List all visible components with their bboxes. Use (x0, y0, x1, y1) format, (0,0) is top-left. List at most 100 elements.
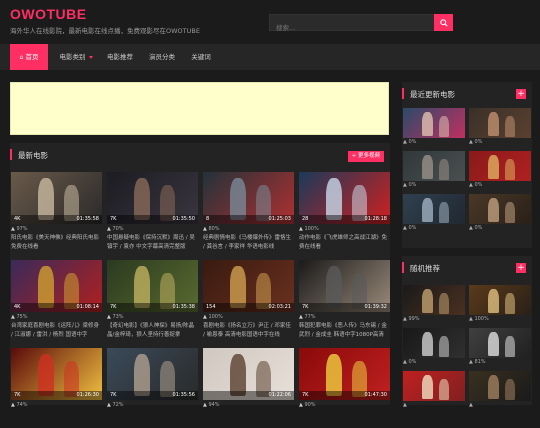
video-duration: 01:47:30 (364, 392, 387, 398)
movie-card[interactable]: 7K 01:39:32 ▲ 77% 韩国犯罪电影《恶人传》马东锡 / 金武烈 / 金成… (299, 260, 390, 340)
recent-more-button[interactable]: + (516, 89, 526, 99)
movie-title[interactable]: 喜剧电影《扬名立万》尹正 / 邓家佳 / 喻恩泰 高清电影国语中字在线 (203, 322, 294, 340)
side-movie-card[interactable]: ▲ 99% (403, 285, 465, 323)
rating: ▲ 0% (403, 181, 465, 189)
movie-title[interactable]: 阳氏电影《美天神佛》经典阳氏电影免费在线看 (11, 234, 102, 252)
rating: ▲ 100% (299, 225, 390, 234)
thumbnail[interactable]: 7K 01:26:30 (11, 348, 102, 400)
thumbs-up-icon: ▲ (403, 402, 407, 408)
view-count: 154 (206, 304, 216, 310)
thumbnail[interactable] (469, 371, 531, 401)
movie-card[interactable]: 01:22:06 ▲ 94% (203, 348, 294, 428)
video-duration: 01:28:18 (364, 216, 387, 222)
movie-card[interactable]: 7K 01:47:30 ▲ 90% (299, 348, 390, 428)
video-duration: 01:22:06 (268, 392, 291, 398)
thumbnail[interactable]: 154 02:03:21 (203, 260, 294, 312)
thumbnail[interactable]: 28 01:28:18 (299, 172, 390, 224)
thumbnail[interactable]: 7K 01:47:30 (299, 348, 390, 400)
side-movie-card[interactable]: ▲ (469, 371, 531, 409)
thumbnail[interactable]: 4K 01:35:58 (11, 172, 102, 224)
thumbnail[interactable] (469, 285, 531, 315)
rating: ▲ 74% (11, 401, 102, 410)
thumbnail-figure (422, 198, 433, 222)
side-movie-card[interactable]: ▲ 81% (469, 328, 531, 366)
thumbnail[interactable] (403, 371, 465, 401)
thumbnail[interactable] (403, 108, 465, 138)
movie-title[interactable]: 韩国犯罪电影《恶人传》马东锡 / 金武烈 / 金成圭 韩语中字1080P高清 (299, 322, 390, 340)
side-movie-card[interactable]: ▲ 0% (403, 328, 465, 366)
thumbnail[interactable] (403, 194, 465, 224)
movie-title[interactable]: 动作电影《飞虎雄师之高战江湖》免费在线看 (299, 234, 390, 252)
nav-categories[interactable]: 电影类别 (52, 44, 100, 70)
rating: ▲ 97% (11, 225, 102, 234)
movie-card[interactable]: 154 02:03:21 ▲ 100% 喜剧电影《扬名立万》尹正 / 邓家佳 / 喻恩… (203, 260, 294, 340)
chevron-down-icon (88, 55, 93, 59)
movie-title[interactable]: 中国悬疑电影《保持沉默》周迅 / 吴镇宇 / 袁亦 中文字幕高清完整版 (107, 234, 198, 252)
rating: ▲ (469, 401, 531, 409)
side-movie-card[interactable]: ▲ 100% (469, 285, 531, 323)
thumbnail[interactable] (469, 194, 531, 224)
movie-card[interactable]: 4K 01:08:14 ▲ 75% 台湾家庭喜剧电影《运阵儿》梁修身 / 江淑娜 / … (11, 260, 102, 340)
movie-title[interactable]: 台湾家庭喜剧电影《运阵儿》梁修身 / 江淑娜 / 雷洪 / 杨烈 国语中字 (11, 322, 102, 340)
thumbnail[interactable]: 01:22:06 (203, 348, 294, 400)
nav-recommended[interactable]: 电影推荐 (102, 44, 138, 70)
rating: ▲ 73% (107, 313, 198, 322)
movie-card[interactable]: 28 01:28:18 ▲ 100% 动作电影《飞虎雄师之高战江湖》免费在线看 (299, 172, 390, 252)
video-meta: 01:22:06 (203, 391, 294, 400)
nav-home[interactable]: ⌂ 首页 (10, 44, 48, 70)
nav-keywords[interactable]: 关键词 (186, 44, 216, 70)
nav-actors[interactable]: 演员分类 (144, 44, 180, 70)
movie-card[interactable]: 7K 01:26:30 ▲ 74% (11, 348, 102, 428)
rating-value: 75% (16, 314, 28, 320)
movie-title[interactable] (11, 410, 102, 428)
movie-title[interactable] (203, 410, 294, 428)
thumbnail[interactable]: 7K 01:35:50 (107, 172, 198, 224)
search-button[interactable] (434, 14, 453, 31)
rating-value: 97% (16, 226, 28, 232)
side-movie-card[interactable]: ▲ 0% (469, 151, 531, 189)
thumbnail[interactable] (469, 151, 531, 181)
rating: ▲ 99% (403, 315, 465, 323)
thumbnail[interactable]: 7K 01:35:38 (107, 260, 198, 312)
side-movie-card[interactable]: ▲ 0% (403, 108, 465, 146)
more-videos-button[interactable]: + 更多视频 (347, 151, 384, 162)
rating-value: 0% (408, 182, 417, 188)
thumbnail[interactable] (403, 151, 465, 181)
movie-card[interactable]: 7K 01:35:50 ▲ 70% 中国悬疑电影《保持沉默》周迅 / 吴镇宇 / 袁亦… (107, 172, 198, 252)
movie-card[interactable]: 4K 01:35:58 ▲ 97% 阳氏电影《美天神佛》经典阳氏电影免费在线看 (11, 172, 102, 252)
thumbnail[interactable] (469, 328, 531, 358)
thumbnail[interactable] (403, 285, 465, 315)
thumbnail[interactable]: 8 01:25:03 (203, 172, 294, 224)
ad-banner[interactable] (10, 82, 389, 135)
recent-movies-panel: 最近更新电影 + ▲ 0% ▲ 0% ▲ 0% ▲ 0% ▲ 0% ▲ 0% (402, 82, 532, 248)
video-meta: 154 02:03:21 (203, 303, 294, 312)
side-movie-card[interactable]: ▲ (403, 371, 465, 409)
random-more-button[interactable]: + (516, 263, 526, 273)
home-icon: ⌂ (19, 54, 24, 61)
movie-card[interactable]: 8 01:25:03 ▲ 80% 经典剧情电影《马楼爆外传》雷恪生 / 龚谷言 / 李… (203, 172, 294, 252)
video-duration: 01:08:14 (76, 304, 99, 310)
thumbnail-figure (326, 354, 342, 396)
view-count: 8 (206, 216, 210, 222)
thumbnail[interactable]: 7K 01:35:56 (107, 348, 198, 400)
search-input[interactable] (270, 20, 430, 36)
side-movie-card[interactable]: ▲ 0% (403, 151, 465, 189)
movie-title[interactable] (299, 410, 390, 428)
movie-title[interactable]: 经典剧情电影《马楼爆外传》雷恪生 / 龚谷言 / 李家祥 华语电影线 (203, 234, 294, 252)
side-movie-card[interactable]: ▲ 0% (469, 194, 531, 232)
site-logo[interactable]: OWOTUBE (10, 6, 87, 22)
movie-card[interactable]: 7K 01:35:56 ▲ 72% (107, 348, 198, 428)
rating: ▲ 70% (107, 225, 198, 234)
thumbnail[interactable] (403, 328, 465, 358)
thumbnail[interactable] (469, 108, 531, 138)
side-movie-card[interactable]: ▲ 0% (469, 108, 531, 146)
view-count: 7K (302, 392, 309, 398)
thumbnail[interactable]: 7K 01:39:32 (299, 260, 390, 312)
movie-card[interactable]: 7K 01:35:38 ▲ 73% 【奇幻电影】《狼人神探》易扬/陈晶晶/金梓琦，狼人… (107, 260, 198, 340)
movie-title[interactable] (107, 410, 198, 428)
video-duration: 01:39:32 (364, 304, 387, 310)
side-movie-card[interactable]: ▲ 0% (403, 194, 465, 232)
movie-title[interactable]: 【奇幻电影】《狼人神探》易扬/陈晶晶/金梓琦，狼人坚持行善捉拿 (107, 322, 198, 340)
thumbnail[interactable]: 4K 01:08:14 (11, 260, 102, 312)
rating-value: 90% (304, 402, 316, 408)
